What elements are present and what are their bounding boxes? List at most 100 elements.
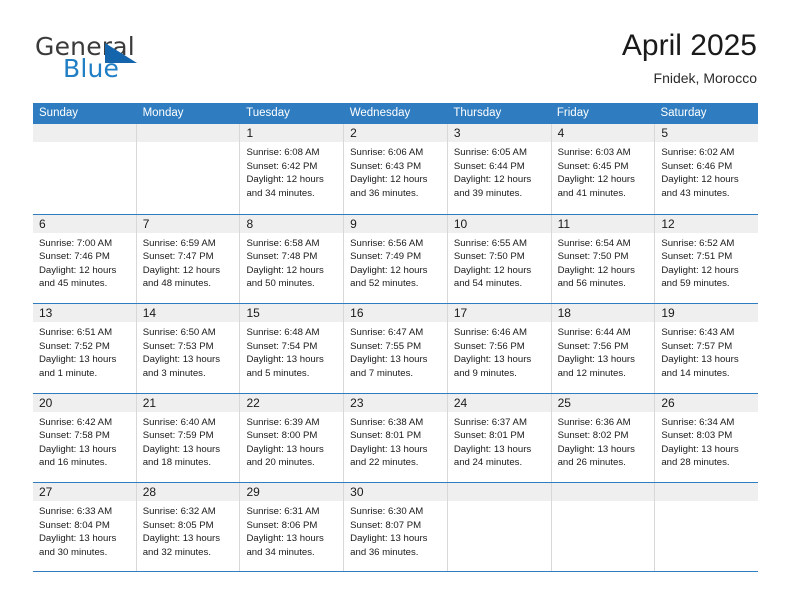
daylight-text-line1: Daylight: 13 hours [142, 533, 221, 545]
day-number: 21 [142, 395, 157, 410]
day-number-band: 28 [136, 483, 240, 501]
sunset-text: Sunset: 8:00 PM [246, 430, 318, 442]
calendar-day-cell[interactable]: 7 Sunrise: 6:59 AM Sunset: 7:47 PM Daylight… [135, 214, 240, 303]
day-number-band: 22 [240, 393, 344, 412]
sunrise-text: Sunrise: 6:31 AM [246, 506, 320, 517]
sunset-text: Sunset: 7:54 PM [246, 340, 318, 352]
day-details [33, 142, 136, 146]
calendar-day-cell[interactable]: 25 Sunrise: 6:36 AM Sunset: 8:02 PM Dayligh… [550, 393, 655, 482]
calendar-day-cell[interactable]: 2 Sunrise: 6:06 AM Sunset: 6:43 PM Daylight… [343, 124, 447, 214]
day-number: 4 [557, 126, 565, 140]
calendar-day-cell[interactable]: 4 Sunrise: 6:03 AM Sunset: 6:45 PM Daylight… [550, 124, 655, 214]
calendar-day-cell-empty [446, 483, 551, 571]
daylight-text-line2: and 41 minutes. [557, 187, 626, 199]
calendar-day-cell[interactable]: 10 Sunrise: 6:55 AM Sunset: 7:50 PM Dayligh… [446, 214, 551, 303]
general-blue-logo: General Blue [35, 32, 255, 88]
sunrise-text: Sunrise: 6:47 AM [350, 327, 424, 338]
daylight-text-line1: Daylight: 12 hours [661, 264, 739, 276]
sunrise-text: Sunrise: 6:38 AM [350, 416, 424, 428]
daylight-text-line2: and 54 minutes. [453, 278, 523, 290]
daylight-text-line2: and 32 minutes. [142, 546, 211, 558]
day-details: Sunrise: 6:30 AM Sunset: 8:07 PM Daylight:… [344, 501, 447, 559]
sunset-text: Sunset: 7:59 PM [142, 430, 214, 442]
sunrise-text: Sunrise: 6:48 AM [246, 327, 320, 338]
calendar-weeks: 1 Sunrise: 6:08 AM Sunset: 6:42 PM Daylight… [33, 124, 759, 572]
sunrise-text: Sunrise: 6:30 AM [350, 506, 424, 517]
sunset-text: Sunset: 8:05 PM [142, 519, 214, 531]
sunset-text: Sunset: 7:56 PM [557, 340, 629, 352]
sunrise-text: Sunrise: 6:44 AM [557, 327, 631, 338]
day-details: Sunrise: 6:44 AM Sunset: 7:56 PM Daylight:… [552, 322, 655, 380]
daylight-text-line1: Daylight: 13 hours [142, 354, 221, 366]
daylight-text-line1: Daylight: 13 hours [350, 443, 428, 455]
calendar-week-row: 6 Sunrise: 7:00 AM Sunset: 7:46 PM Daylight… [33, 213, 759, 303]
calendar-day-cell[interactable]: 23 Sunrise: 6:38 AM Sunset: 8:01 PM Dayligh… [343, 393, 447, 482]
daylight-text-line2: and 12 minutes. [557, 367, 626, 379]
title-block: April 2025 Fnidek, Morocco [622, 28, 757, 88]
daylight-text-line2: and 34 minutes. [246, 187, 315, 199]
day-number: 26 [661, 395, 675, 410]
day-number: 30 [350, 485, 364, 499]
sunset-text: Sunset: 7:48 PM [246, 251, 318, 263]
calendar-day-cell[interactable]: 16 Sunrise: 6:47 AM Sunset: 7:55 PM Dayligh… [343, 304, 447, 393]
daylight-text-line1: Daylight: 13 hours [39, 443, 117, 455]
calendar-day-cell[interactable]: 18 Sunrise: 6:44 AM Sunset: 7:56 PM Dayligh… [550, 304, 655, 393]
calendar-day-cell[interactable]: 8 Sunrise: 6:58 AM Sunset: 7:48 PM Daylight… [239, 214, 344, 303]
day-details: Sunrise: 6:32 AM Sunset: 8:05 PM Daylight:… [137, 501, 240, 559]
calendar-day-cell[interactable]: 5 Sunrise: 6:02 AM Sunset: 6:46 PM Daylight… [654, 124, 759, 214]
daylight-text-line1: Daylight: 13 hours [661, 443, 739, 455]
sunrise-text: Sunrise: 6:42 AM [39, 416, 113, 428]
calendar-day-cell[interactable]: 21 Sunrise: 6:40 AM Sunset: 7:59 PM Dayligh… [135, 393, 240, 482]
calendar-day-cell[interactable]: 13 Sunrise: 6:51 AM Sunset: 7:52 PM Dayligh… [33, 304, 136, 393]
calendar-day-cell[interactable]: 3 Sunrise: 6:05 AM Sunset: 6:44 PM Daylight… [446, 124, 551, 214]
calendar-day-cell[interactable]: 22 Sunrise: 6:39 AM Sunset: 8:00 PM Dayligh… [239, 393, 344, 482]
weekday-header-friday: Friday [556, 107, 589, 119]
sunset-text: Sunset: 7:57 PM [661, 340, 733, 352]
calendar-day-cell[interactable]: 15 Sunrise: 6:48 AM Sunset: 7:54 PM Dayligh… [239, 304, 344, 393]
day-details: Sunrise: 6:02 AM Sunset: 6:46 PM Daylight:… [655, 142, 758, 200]
calendar-day-cell[interactable]: 26 Sunrise: 6:34 AM Sunset: 8:03 PM Dayligh… [654, 393, 759, 482]
sunrise-text: Sunrise: 6:50 AM [142, 327, 216, 338]
day-number: 1 [246, 126, 254, 140]
day-number: 3 [453, 126, 461, 140]
calendar-day-cell[interactable]: 14 Sunrise: 6:50 AM Sunset: 7:53 PM Dayligh… [135, 304, 240, 393]
day-number-band: 18 [551, 304, 655, 322]
sunrise-text: Sunrise: 6:46 AM [453, 327, 527, 338]
calendar-day-cell[interactable]: 29 Sunrise: 6:31 AM Sunset: 8:06 PM Dayligh… [239, 483, 344, 571]
day-number-band: 13 [33, 304, 136, 322]
day-number-band: 3 [447, 124, 551, 142]
day-number-band: 19 [655, 304, 759, 322]
calendar-day-cell[interactable]: 9 Sunrise: 6:56 AM Sunset: 7:49 PM Daylight… [343, 214, 447, 303]
day-details: Sunrise: 6:31 AM Sunset: 8:06 PM Daylight:… [240, 501, 343, 559]
sunrise-text: Sunrise: 6:06 AM [350, 147, 424, 158]
calendar-day-cell[interactable]: 12 Sunrise: 6:52 AM Sunset: 7:51 PM Dayligh… [654, 214, 759, 303]
calendar-day-cell[interactable]: 30 Sunrise: 6:30 AM Sunset: 8:07 PM Dayligh… [343, 483, 447, 571]
calendar-week-row: 1 Sunrise: 6:08 AM Sunset: 6:42 PM Daylight… [33, 124, 759, 214]
calendar-day-cell[interactable]: 27 Sunrise: 6:33 AM Sunset: 8:04 PM Dayligh… [33, 483, 136, 571]
sunrise-text: Sunrise: 6:58 AM [246, 237, 320, 249]
day-number: 18 [557, 306, 571, 320]
day-number: 29 [246, 485, 260, 499]
daylight-text-line2: and 36 minutes. [350, 187, 419, 199]
day-number: 15 [246, 306, 260, 320]
sunrise-text: Sunrise: 6:37 AM [453, 416, 527, 428]
sunset-text: Sunset: 7:49 PM [350, 251, 422, 263]
calendar-day-cell[interactable]: 17 Sunrise: 6:46 AM Sunset: 7:56 PM Dayligh… [446, 304, 551, 393]
daylight-text-line1: Daylight: 13 hours [350, 354, 428, 366]
sunset-text: Sunset: 7:50 PM [453, 251, 525, 263]
day-number-band: 4 [551, 124, 655, 142]
daylight-text-line2: and 1 minute. [39, 367, 98, 379]
calendar-day-cell[interactable]: 11 Sunrise: 6:54 AM Sunset: 7:50 PM Dayligh… [550, 214, 655, 303]
calendar-day-cell[interactable]: 1 Sunrise: 6:08 AM Sunset: 6:42 PM Daylight… [239, 124, 344, 214]
sunset-text: Sunset: 7:46 PM [39, 251, 110, 263]
daylight-text-line2: and 52 minutes. [350, 278, 419, 290]
sunset-text: Sunset: 7:52 PM [39, 340, 110, 352]
calendar-day-cell[interactable]: 19 Sunrise: 6:43 AM Sunset: 7:57 PM Dayligh… [654, 304, 759, 393]
calendar-day-cell[interactable]: 24 Sunrise: 6:37 AM Sunset: 8:01 PM Dayligh… [446, 393, 551, 482]
sunset-text: Sunset: 8:03 PM [661, 430, 733, 442]
calendar-day-cell[interactable]: 6 Sunrise: 7:00 AM Sunset: 7:46 PM Daylight… [33, 214, 136, 303]
day-number-band [33, 124, 136, 142]
day-number-band: 7 [136, 214, 240, 233]
calendar-day-cell[interactable]: 20 Sunrise: 6:42 AM Sunset: 7:58 PM Dayligh… [33, 393, 136, 482]
calendar-day-cell[interactable]: 28 Sunrise: 6:32 AM Sunset: 8:05 PM Dayligh… [135, 483, 240, 571]
